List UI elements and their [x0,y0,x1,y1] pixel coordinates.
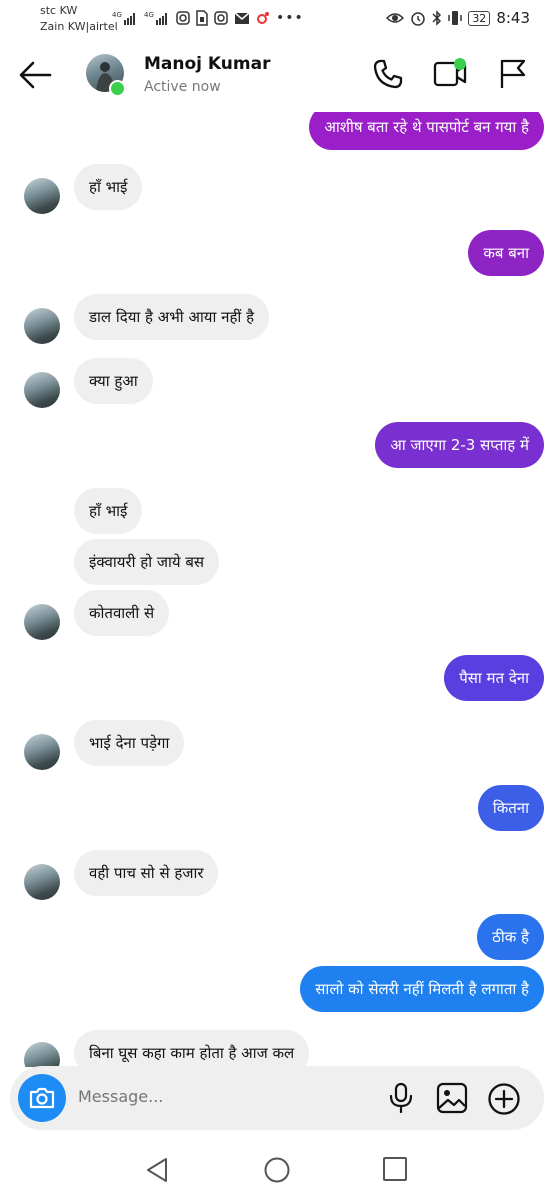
camera-button[interactable] [18,1074,66,1122]
bluetooth-icon [432,10,442,26]
carrier-primary: stc KW [40,4,78,17]
message-received[interactable]: डाल दिया है अभी आया नहीं है [74,294,270,340]
message-thread[interactable]: आशीष बता रहे थे पासपोर्ट बन गया है हाँ भ… [0,112,554,1067]
sender-avatar[interactable] [24,372,60,408]
active-status: Active now [144,79,221,95]
add-icon[interactable] [487,1082,521,1116]
battery-indicator: 32 [468,10,491,26]
carrier-secondary: Zain KW|airtel [40,20,118,33]
signal-icon: 4G [112,11,135,25]
sender-avatar[interactable] [24,734,60,770]
message-received[interactable]: क्या हुआ [74,358,153,404]
gallery-icon[interactable] [436,1082,468,1114]
message-received[interactable]: इंक्वायरी हो जाये बस [74,539,220,585]
back-triangle-icon[interactable] [144,1156,172,1184]
alarm-icon [411,12,426,26]
message-sent[interactable]: कब बना [468,230,544,276]
app-notification-icon [257,12,269,24]
more-notifications-icon: ••• [276,10,304,26]
svg-text:4G: 4G [112,11,122,19]
message-received[interactable]: भाई देना पड़ेगा [74,720,185,766]
online-indicator [109,80,126,97]
message-sent[interactable]: आशीष बता रहे थे पासपोर्ट बन गया है [309,112,544,150]
home-circle-icon[interactable] [263,1156,291,1184]
sender-avatar[interactable] [24,864,60,900]
message-sent[interactable]: पैसा मत देना [444,655,544,701]
back-arrow-icon[interactable] [18,60,52,90]
status-bar: stc KW Zain KW|airtel 4G 4G ••• 32 8:43 [0,0,554,38]
system-navigation-bar [0,1140,554,1200]
message-composer [10,1066,544,1130]
message-sent[interactable]: आ जाएगा 2-3 सप्ताह में [375,422,544,468]
eye-comfort-icon [386,13,405,23]
message-sent[interactable]: सालो को सेलरी नहीं मिलती है लगाता है [300,966,544,1012]
svg-text:4G: 4G [144,11,154,19]
sender-avatar[interactable] [24,308,60,344]
instagram-icon [176,11,190,25]
message-received[interactable]: हाँ भाई [74,164,143,210]
message-sent[interactable]: कितना [477,785,544,831]
vibrate-icon [448,11,463,25]
phone-icon[interactable] [372,58,404,90]
mail-icon [234,11,250,24]
contact-name[interactable]: Manoj Kumar [144,54,270,74]
video-call-icon[interactable] [433,58,469,90]
message-received[interactable]: वही पाच सो से हजार [74,850,219,896]
camera-icon [29,1087,55,1109]
signal-icon: 4G [144,11,167,25]
sender-avatar[interactable] [24,1042,60,1067]
microphone-icon[interactable] [388,1082,414,1114]
report-flag-icon[interactable] [498,58,528,90]
status-icons-right: 32 8:43 [386,9,530,27]
clock: 8:43 [496,9,530,27]
message-received[interactable]: कोतवाली से [74,590,170,636]
instagram-icon [214,11,228,25]
chat-header: Manoj Kumar Active now [0,38,554,112]
sender-avatar[interactable] [24,178,60,214]
message-input[interactable] [78,1087,358,1106]
message-sent[interactable]: ठीक है [477,914,544,960]
message-received[interactable]: बिना घूस कहा काम होता है आज कल [74,1030,310,1067]
sender-avatar[interactable] [24,604,60,640]
message-received[interactable]: हाँ भाई [74,488,143,534]
status-icons-left: 4G 4G ••• [112,10,304,26]
sim-icon [196,10,208,26]
recents-square-icon[interactable] [382,1156,408,1182]
